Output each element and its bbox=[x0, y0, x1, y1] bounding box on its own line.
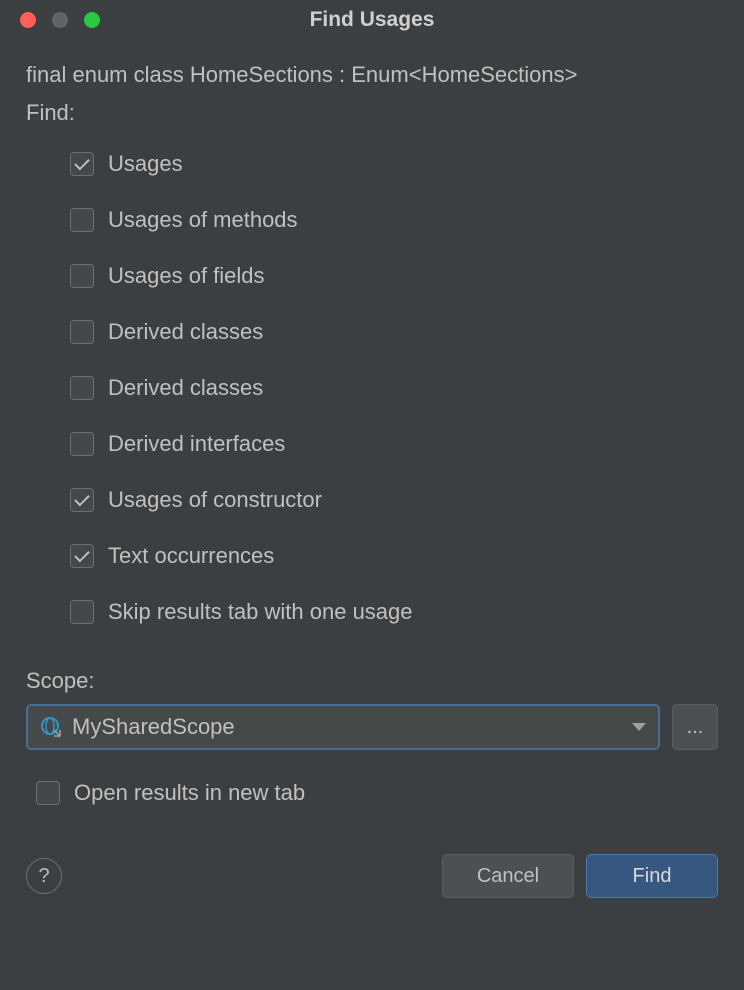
find-options: Usages Usages of methods Usages of fields D… bbox=[26, 136, 718, 640]
element-declaration: final enum class HomeSections : Enum<Hom… bbox=[26, 62, 718, 88]
option-row: Usages bbox=[70, 136, 718, 192]
help-button[interactable]: ? bbox=[26, 858, 62, 894]
open-new-tab-row: Open results in new tab bbox=[26, 780, 718, 806]
option-row: Skip results tab with one usage bbox=[70, 584, 718, 640]
option-label: Usages of fields bbox=[108, 263, 265, 289]
open-new-tab-label: Open results in new tab bbox=[74, 780, 305, 806]
option-row: Usages of fields bbox=[70, 248, 718, 304]
scope-ellipsis-button[interactable]: ... bbox=[672, 704, 718, 750]
option-checkbox[interactable] bbox=[70, 208, 94, 232]
option-checkbox[interactable] bbox=[70, 264, 94, 288]
option-checkbox[interactable] bbox=[70, 152, 94, 176]
scope-label: Scope: bbox=[26, 668, 718, 694]
window-title: Find Usages bbox=[310, 8, 435, 32]
option-checkbox[interactable] bbox=[70, 376, 94, 400]
window-controls bbox=[20, 12, 100, 28]
option-checkbox[interactable] bbox=[70, 600, 94, 624]
option-label: Usages of constructor bbox=[108, 487, 322, 513]
option-label: Usages bbox=[108, 151, 183, 177]
dialog-footer: ? Cancel Find bbox=[0, 854, 744, 898]
option-checkbox[interactable] bbox=[70, 488, 94, 512]
option-checkbox[interactable] bbox=[70, 544, 94, 568]
scope-selected-value: MySharedScope bbox=[72, 714, 235, 740]
option-row: Derived interfaces bbox=[70, 416, 718, 472]
scope-shared-icon bbox=[40, 716, 62, 738]
titlebar: Find Usages bbox=[0, 0, 744, 40]
option-label: Derived classes bbox=[108, 319, 263, 345]
open-new-tab-checkbox[interactable] bbox=[36, 781, 60, 805]
find-label: Find: bbox=[26, 100, 718, 126]
maximize-window-button[interactable] bbox=[84, 12, 100, 28]
cancel-button[interactable]: Cancel bbox=[442, 854, 574, 898]
minimize-window-button[interactable] bbox=[52, 12, 68, 28]
option-row: Derived classes bbox=[70, 304, 718, 360]
option-row: Usages of methods bbox=[70, 192, 718, 248]
option-row: Usages of constructor bbox=[70, 472, 718, 528]
option-label: Text occurrences bbox=[108, 543, 274, 569]
option-row: Derived classes bbox=[70, 360, 718, 416]
scope-dropdown[interactable]: MySharedScope bbox=[26, 704, 660, 750]
dialog-content: final enum class HomeSections : Enum<Hom… bbox=[0, 40, 744, 806]
option-label: Usages of methods bbox=[108, 207, 298, 233]
option-label: Skip results tab with one usage bbox=[108, 599, 413, 625]
option-checkbox[interactable] bbox=[70, 432, 94, 456]
option-checkbox[interactable] bbox=[70, 320, 94, 344]
scope-section: Scope: MySharedScope ... bbox=[26, 668, 718, 750]
option-row: Text occurrences bbox=[70, 528, 718, 584]
close-window-button[interactable] bbox=[20, 12, 36, 28]
chevron-down-icon bbox=[632, 723, 646, 731]
option-label: Derived interfaces bbox=[108, 431, 285, 457]
scope-row: MySharedScope ... bbox=[26, 704, 718, 750]
find-button[interactable]: Find bbox=[586, 854, 718, 898]
option-label: Derived classes bbox=[108, 375, 263, 401]
